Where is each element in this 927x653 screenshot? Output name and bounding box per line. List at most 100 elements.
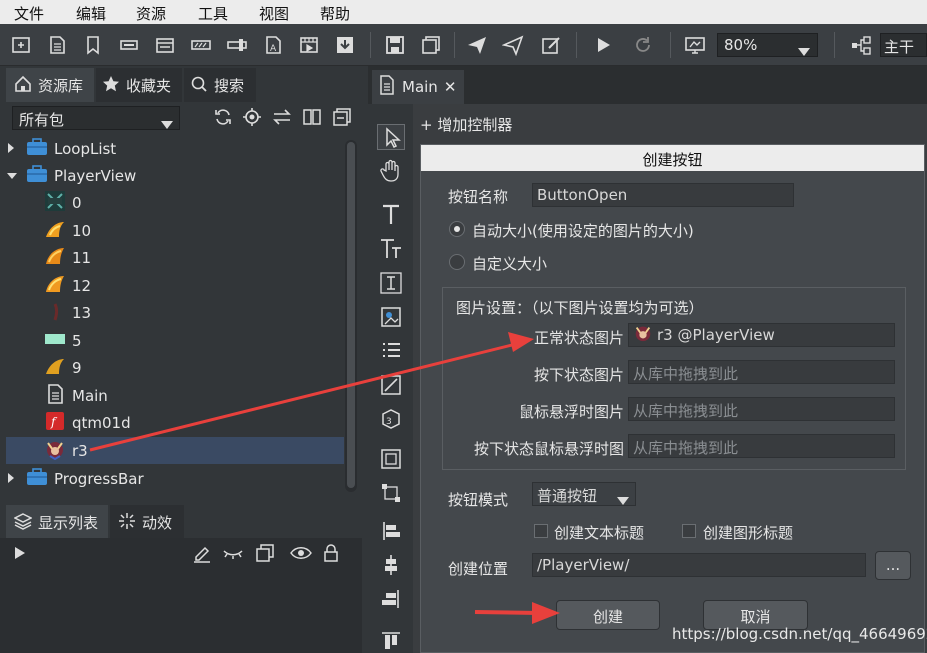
input-text-tool-icon[interactable] xyxy=(377,270,405,296)
menu-edit[interactable]: 编辑 xyxy=(76,3,106,24)
chevron-right-icon[interactable] xyxy=(6,470,16,488)
menu-view[interactable]: 视图 xyxy=(259,3,289,24)
pressed-image-field[interactable]: 从库中拖拽到此 xyxy=(628,360,895,384)
document-tab-main[interactable]: Main ✕ xyxy=(372,70,464,104)
add-controller-button[interactable]: + 增加控制器 xyxy=(420,114,512,135)
create-location-input[interactable]: /PlayerView/ xyxy=(532,553,866,577)
chevron-right-icon[interactable] xyxy=(6,140,16,158)
new-text-icon[interactable]: A xyxy=(262,34,284,56)
refresh-icon[interactable] xyxy=(213,107,233,131)
tree-item-0[interactable]: 0 xyxy=(6,189,344,216)
select-tool-icon[interactable] xyxy=(377,124,405,150)
duplicate-icon[interactable] xyxy=(255,543,275,567)
watermark-url: https://blog.csdn.net/qq_46649692 xyxy=(672,625,927,643)
import-icon[interactable] xyxy=(334,34,356,56)
align-left-icon[interactable] xyxy=(377,518,405,544)
hover-image-field[interactable]: 从库中拖拽到此 xyxy=(628,397,895,421)
list-tool-icon[interactable] xyxy=(377,338,405,364)
tree-package-progressbar[interactable]: ProgressBar xyxy=(6,465,344,492)
lock-icon[interactable] xyxy=(322,543,340,567)
refresh-icon[interactable] xyxy=(632,34,654,56)
tab-search[interactable]: 搜索 xyxy=(184,68,256,102)
button-name-input[interactable]: ButtonOpen xyxy=(532,183,794,207)
publish-edit-icon[interactable] xyxy=(540,34,562,56)
new-label-icon[interactable] xyxy=(82,34,104,56)
new-slider-icon[interactable] xyxy=(226,34,248,56)
toolbar-separator xyxy=(454,32,455,58)
create-text-title-checkbox[interactable] xyxy=(534,524,548,538)
tree-item-9[interactable]: 9 xyxy=(6,354,344,381)
chevron-down-icon[interactable] xyxy=(6,167,18,185)
eye-icon[interactable] xyxy=(289,543,313,567)
align-center-icon[interactable] xyxy=(377,552,405,578)
custom-size-radio[interactable] xyxy=(449,254,465,270)
image-tool-icon[interactable] xyxy=(377,304,405,330)
align-right-icon[interactable] xyxy=(377,586,405,612)
tab-library[interactable]: 资源库 xyxy=(6,68,94,102)
close-icon[interactable]: ✕ xyxy=(444,78,457,96)
create-button[interactable]: 创建 xyxy=(556,600,660,630)
hidden-eye-icon[interactable] xyxy=(222,543,244,567)
toolbar-separator xyxy=(370,32,371,58)
3d-tool-icon[interactable]: 3 xyxy=(377,406,405,432)
tab-display-list[interactable]: 显示列表 xyxy=(6,505,108,539)
loader-tool-icon[interactable] xyxy=(377,372,405,398)
create-graph-title-checkbox[interactable] xyxy=(682,524,696,538)
edit-icon[interactable] xyxy=(192,543,212,567)
menu-help[interactable]: 帮助 xyxy=(320,3,350,24)
menu-resources[interactable]: 资源 xyxy=(136,3,166,24)
button-mode-select[interactable]: 普通按钮 xyxy=(532,482,636,506)
play-icon[interactable] xyxy=(14,546,26,564)
browse-button[interactable]: ... xyxy=(875,551,911,580)
rich-text-tool-icon[interactable] xyxy=(377,236,405,262)
save-icon[interactable] xyxy=(384,34,406,56)
chevron-down-icon xyxy=(617,491,629,509)
play-icon[interactable] xyxy=(592,34,614,56)
tree-item-qtm01d[interactable]: f qtm01d xyxy=(6,409,344,436)
save-all-icon[interactable] xyxy=(420,34,442,56)
locate-icon[interactable] xyxy=(242,107,262,131)
new-package-icon[interactable] xyxy=(10,34,32,56)
chevron-down-icon xyxy=(798,42,810,60)
publish-settings-icon[interactable] xyxy=(501,34,524,57)
tree-package-playerview[interactable]: PlayerView xyxy=(6,162,344,189)
tree-item-r3[interactable]: r3 xyxy=(6,437,344,464)
swap-icon[interactable] xyxy=(272,107,292,131)
publish-icon[interactable] xyxy=(466,34,488,56)
tab-favorites[interactable]: 收藏夹 xyxy=(96,68,182,102)
tree-item-11[interactable]: 11 xyxy=(6,244,344,271)
branch-select[interactable]: 主干 xyxy=(880,33,927,57)
pressed-hover-image-field[interactable]: 从库中拖拽到此 xyxy=(628,434,895,458)
tree-item-13[interactable]: 13 xyxy=(6,299,344,326)
menu-tools[interactable]: 工具 xyxy=(198,3,228,24)
resolution-icon[interactable] xyxy=(684,34,706,56)
split-view-icon[interactable] xyxy=(302,107,322,131)
auto-size-radio[interactable] xyxy=(449,221,465,237)
package-filter-select[interactable]: 所有包 xyxy=(12,106,180,130)
library-scrollbar-thumb[interactable] xyxy=(347,142,355,488)
new-component-icon[interactable] xyxy=(46,34,68,56)
normal-image-value: r3 @PlayerView xyxy=(657,326,775,344)
zoom-select[interactable]: 80% xyxy=(717,33,818,57)
collapse-all-icon[interactable] xyxy=(332,107,352,131)
tree-item-main[interactable]: Main xyxy=(6,382,344,409)
tree-item-12[interactable]: 12 xyxy=(6,272,344,299)
tree-package-looplist[interactable]: LoopList xyxy=(6,135,344,162)
tab-transitions[interactable]: 动效 xyxy=(110,505,184,539)
align-top-icon[interactable] xyxy=(377,628,405,653)
hand-tool-icon[interactable] xyxy=(377,158,405,184)
image-thumbnail-icon xyxy=(44,190,66,216)
text-tool-icon[interactable] xyxy=(377,202,405,228)
tree-item-10[interactable]: 10 xyxy=(6,217,344,244)
menu-file[interactable]: 文件 xyxy=(14,3,44,24)
normal-image-label: 正常状态图片 xyxy=(534,329,625,347)
search-icon xyxy=(190,75,208,93)
transform-tool-icon[interactable] xyxy=(377,480,405,506)
new-button-icon[interactable] xyxy=(118,34,140,56)
new-movieclip-icon[interactable] xyxy=(298,34,320,56)
tree-item-5[interactable]: 5 xyxy=(6,327,344,354)
new-combobox-icon[interactable] xyxy=(154,34,176,56)
group-tool-icon[interactable] xyxy=(377,446,405,472)
normal-image-field[interactable]: r3 @PlayerView xyxy=(628,323,895,347)
new-progressbar-icon[interactable] xyxy=(190,34,212,56)
